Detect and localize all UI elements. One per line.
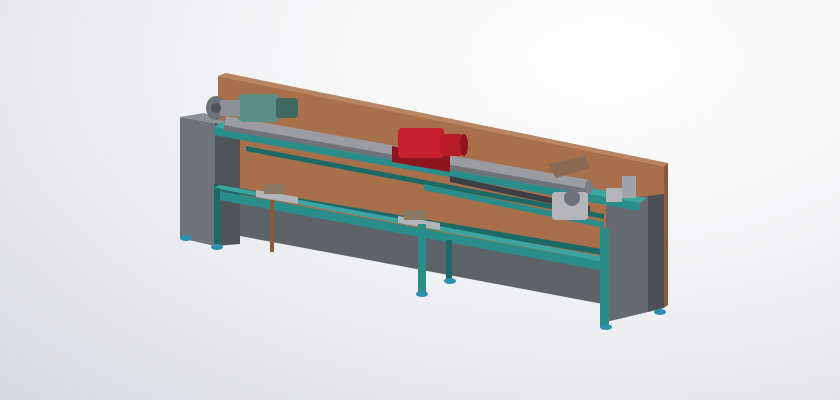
motor-hub: [211, 103, 221, 113]
foot: [180, 235, 192, 241]
drive-motor: [206, 94, 298, 122]
foot: [416, 291, 428, 297]
roller-end-cap: [585, 180, 593, 194]
clamp-left-block: [264, 184, 284, 194]
foot: [211, 244, 223, 250]
leg-left-front: [214, 188, 220, 244]
foot: [600, 324, 612, 330]
left-housing-side: [180, 117, 215, 246]
motor-body: [238, 94, 280, 122]
foot: [654, 309, 666, 315]
carriage-motor-cap: [460, 134, 468, 156]
leg-mid: [446, 240, 452, 280]
motor-coupling: [220, 100, 240, 116]
right-end-panel: [606, 194, 664, 322]
motor-gearbox: [276, 98, 298, 118]
foot: [444, 278, 456, 284]
clamp-left-drop: [270, 200, 274, 252]
leg-center: [418, 224, 426, 294]
right-end-panel-face: [606, 196, 648, 322]
back-panel-right-end: [664, 163, 668, 308]
clamp-center-block: [404, 210, 426, 220]
right-end-panel-edge: [648, 194, 664, 312]
end-block: [606, 188, 622, 202]
end-plate: [622, 176, 636, 198]
end-pulley: [564, 190, 580, 206]
carriage-body: [398, 128, 444, 158]
leg-right-front: [600, 228, 609, 326]
cad-viewport[interactable]: [0, 0, 840, 400]
machine-drawing: [180, 73, 668, 330]
